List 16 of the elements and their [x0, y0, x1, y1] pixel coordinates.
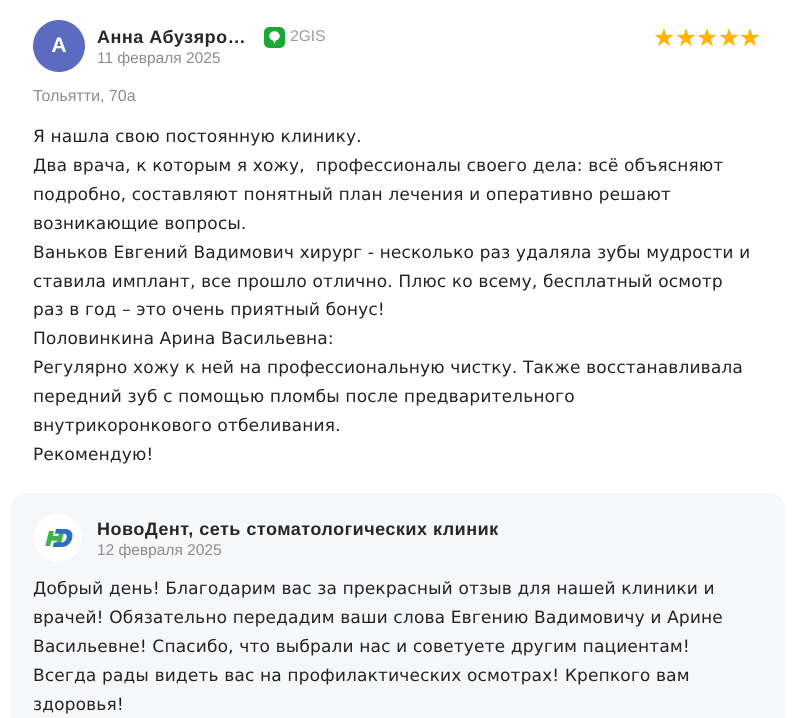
star-icon	[654, 28, 674, 47]
review-date: 11 февраля 2025	[97, 49, 222, 69]
review-text: Я нашла свою постоянную клинику. Два врача, к которым я хожу, профессионалы своего дела: всё объясняют подробно, составляют понятный план лечения и оперативно решают возникающие вопросы. Ваньков Евгений Вадимович хирург - несколько раз удаляла зубы мудрости и ставила имплант, все прошло отлично. Плюс ко всему, бесплатный осмотр раз в год – это очень приятный бонус! Половинкина Арина Васильевна: Регулярно хожу к ней на профессиональную чистку. Также восстанавливала передний зуб с помощью пломбы после предварительного внутрикоронкового отбеливания. Рекомендую!	[33, 126, 752, 467]
reply-text: Добрый день! Благодарим вас за прекрасный отзыв для нашей клиники и врачей! Обязательно передадим ваши слова Евгению Вадимовичу и Арине Васильевне! Спасибо, что выбрали нас и советуете другим пациентам! Всегда рады видеть вас на профилактических осмотрах! Крепкого вам здоровья!	[33, 578, 724, 716]
reply-date: 12 февраля 2025	[97, 540, 223, 561]
clinic-logo-icon	[34, 514, 82, 562]
clinic-name: НовоДент, сеть стоматологических клиник	[97, 518, 500, 540]
source-label: 2GIS	[290, 28, 326, 46]
star-icon	[676, 28, 696, 47]
star-icon	[697, 28, 717, 47]
author-name: Анна Абузяро…	[97, 26, 246, 48]
star-icon	[718, 28, 738, 47]
user-avatar: А	[33, 20, 85, 72]
map-pin-icon	[264, 26, 286, 48]
branch-address: Тольятти, 70а	[33, 87, 137, 107]
star-icon	[740, 28, 760, 47]
